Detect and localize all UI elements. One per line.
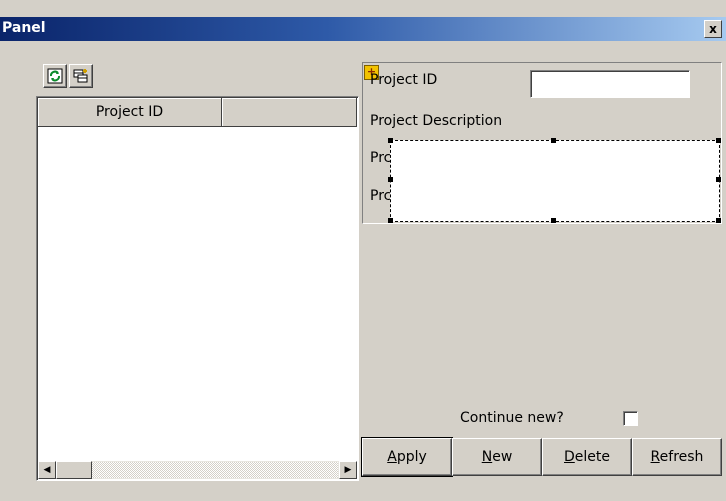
scroll-track[interactable] [92,462,338,478]
project-field-3-label: Prc [370,150,392,166]
apply-button[interactable]: Apply [361,437,453,477]
resize-handle[interactable] [388,218,393,223]
arrow-right-icon: ▶ [344,465,352,475]
horizontal-scrollbar[interactable]: ◀ ▶ [38,461,357,479]
continue-new-label: Continue new? [460,410,564,426]
resize-handle[interactable] [716,138,721,143]
scroll-left-button[interactable]: ◀ [38,461,56,479]
window-title: Panel [2,20,46,36]
resize-handle[interactable] [388,177,393,182]
selected-description-textbox[interactable] [388,138,721,223]
resize-handle[interactable] [716,177,721,182]
close-icon: x [709,22,717,36]
column-header-project-id[interactable]: Project ID [38,98,222,127]
refresh-button[interactable]: Refresh [632,438,722,476]
delete-button[interactable]: Delete [542,438,632,476]
close-button[interactable]: x [704,20,722,38]
refresh-icon [47,68,63,84]
project-grid[interactable]: Project ID ◀ ▶ [36,96,359,481]
resize-handle[interactable] [551,218,556,223]
project-id-input[interactable] [530,70,690,98]
arrow-left-icon: ◀ [43,465,51,475]
resize-handle[interactable] [388,138,393,143]
resize-handle[interactable] [551,138,556,143]
project-field-4-label: Prc [370,188,392,204]
column-header-blank[interactable] [222,98,357,127]
add-row-icon [73,69,88,83]
new-button[interactable]: New [452,438,542,476]
refresh-grid-button[interactable] [43,64,67,88]
project-description-label: Project Description [370,113,503,129]
add-row-button[interactable] [69,64,93,88]
scroll-right-button[interactable]: ▶ [339,461,357,479]
scroll-thumb[interactable] [56,461,92,479]
continue-new-checkbox[interactable] [623,411,638,426]
project-id-label: Project ID [370,72,438,88]
title-bar: Panel x [0,17,726,41]
resize-handle[interactable] [716,218,721,223]
